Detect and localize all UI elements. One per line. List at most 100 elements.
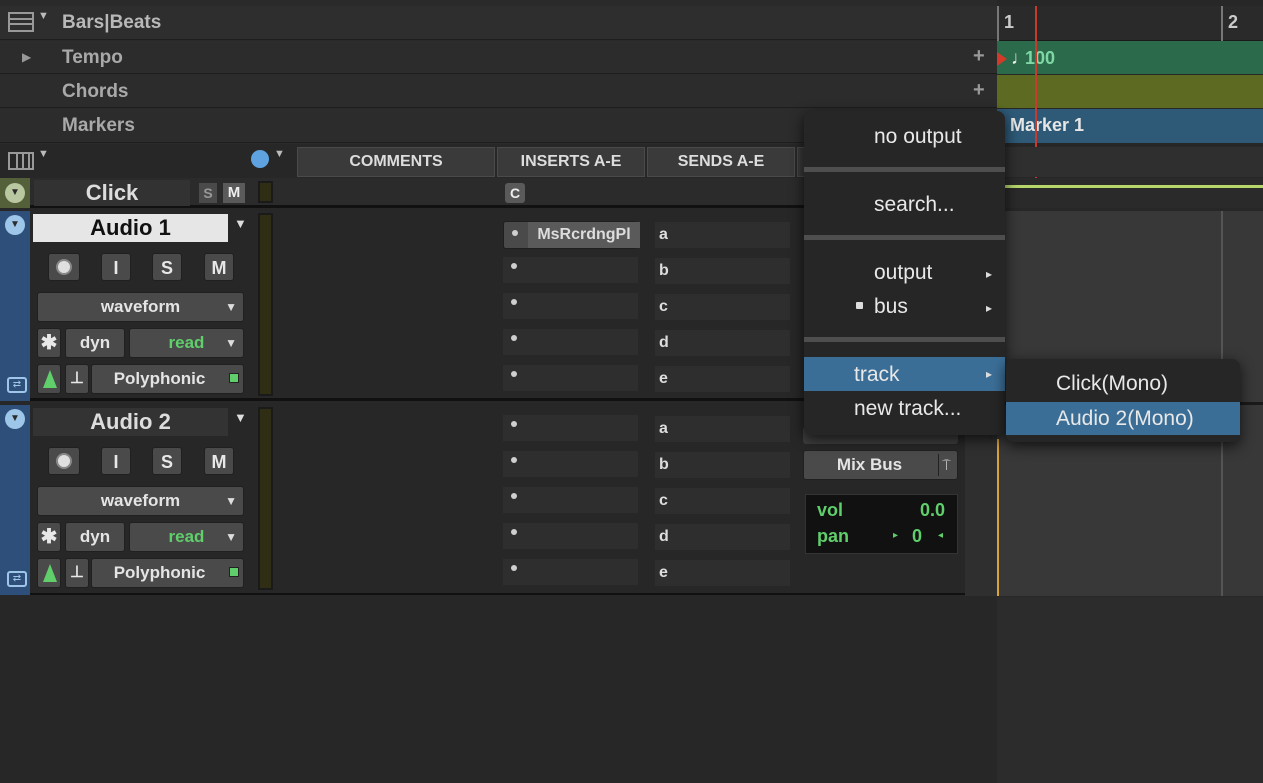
audio-1-collapse-icon[interactable]: ▼ [5, 215, 25, 235]
audio-1-input-button[interactable]: I [101, 253, 131, 281]
audio-1-send-a[interactable]: a [655, 222, 790, 248]
audio-1-insert-c[interactable] [503, 293, 638, 319]
audio-1-insert-e[interactable] [503, 365, 638, 391]
menu-separator [804, 235, 1005, 240]
audio-1-send-b[interactable]: b [655, 258, 790, 284]
submenu-item-audio-2-mono-label: Audio 2(Mono) [1056, 407, 1194, 430]
audio-2-send-b[interactable]: b [655, 452, 790, 478]
audio-2-output-pin-icon[interactable]: ⍑ [938, 454, 954, 476]
submenu-arrow-icon: ▸ [986, 267, 993, 281]
audio-2-tuning-button[interactable]: ⊥ [65, 558, 89, 588]
audio-2-playlist-icon[interactable]: ⇄ [7, 571, 27, 587]
comments-column-header[interactable]: COMMENTS [297, 147, 495, 177]
click-solo-button[interactable]: S [199, 183, 217, 203]
audio-2-name[interactable]: Audio 2 [33, 408, 228, 436]
tempo-expand-icon[interactable]: ▶ [22, 50, 31, 64]
audio-2-insert-a[interactable] [503, 415, 638, 441]
audio-2-color-strip [0, 405, 30, 595]
audio-1-automation-selector[interactable]: read ▼ [129, 328, 244, 358]
menu-item-new-track[interactable]: new track... [854, 397, 961, 421]
audio-2-pan-value[interactable]: 0 [912, 526, 922, 547]
audio-2-send-d[interactable]: d [655, 524, 790, 550]
audio-2-send-c[interactable]: c [655, 488, 790, 514]
submenu-arrow-icon: ▸ [986, 301, 993, 315]
audio-2-insert-e[interactable] [503, 559, 638, 585]
track-submenu: Click(Mono) Audio 2(Mono) [1006, 359, 1240, 442]
audio-2-insert-d[interactable] [503, 523, 638, 549]
audio-2-dyn-button[interactable]: dyn [65, 522, 125, 552]
chevron-down-icon: ▼ [225, 336, 237, 350]
audio-1-elastic-indicator [229, 373, 239, 383]
audio-1-send-c[interactable]: c [655, 294, 790, 320]
submenu-arrow-icon: ▸ [986, 367, 993, 381]
edit-columns-dropdown-icon[interactable]: ▼ [38, 148, 49, 160]
audio-2-input-button[interactable]: I [101, 447, 131, 475]
audio-1-mute-button[interactable]: M [204, 253, 234, 281]
track-color-icon[interactable] [251, 150, 269, 168]
audio-1-elastic-selector[interactable]: Polyphonic [91, 364, 244, 394]
audio-2-solo-button[interactable]: S [152, 447, 182, 475]
audio-1-timebase-button[interactable] [37, 364, 61, 394]
marker-1-label[interactable]: Marker 1 [1010, 115, 1084, 136]
audio-2-send-a[interactable]: a [655, 416, 790, 442]
audio-1-snowflake-button[interactable]: ✱ [37, 328, 61, 358]
audio-2-output-selector[interactable]: Mix Bus [803, 450, 958, 480]
audio-2-collapse-icon[interactable]: ▼ [5, 409, 25, 429]
menu-item-no-output[interactable]: no output [874, 125, 962, 149]
click-mute-button[interactable]: M [223, 183, 245, 203]
audio-1-send-e[interactable]: e [655, 366, 790, 392]
audio-1-view-selector[interactable]: waveform ▼ [37, 292, 244, 322]
menu-item-search[interactable]: search... [874, 193, 955, 217]
bar-1-label: 1 [1004, 12, 1015, 32]
audio-2-record-button[interactable] [48, 447, 80, 475]
audio-1-dyn-button[interactable]: dyn [65, 328, 125, 358]
click-level-meter [258, 181, 273, 203]
menu-separator [804, 167, 1005, 172]
menu-item-bus[interactable]: bus [874, 295, 908, 319]
chords-add-icon[interactable]: + [973, 79, 985, 102]
inserts-column-header[interactable]: INSERTS A-E [497, 147, 645, 177]
submenu-item-audio-2-mono[interactable]: Audio 2(Mono) [1006, 402, 1240, 435]
audio-1-name-dropdown-icon[interactable]: ▼ [234, 216, 247, 231]
record-icon [56, 259, 72, 275]
track-color-dropdown-icon[interactable]: ▼ [274, 148, 285, 160]
ruler-tempo-label: Tempo [62, 47, 123, 68]
audio-1-insert-a[interactable]: MsRcrdngPl [503, 221, 640, 249]
tempo-marker-icon[interactable] [997, 52, 1007, 66]
ruler-bars-beats-label: Bars|Beats [62, 12, 162, 33]
audio-1-solo-button[interactable]: S [152, 253, 182, 281]
audio-2-insert-b[interactable] [503, 451, 638, 477]
audio-1-send-d[interactable]: d [655, 330, 790, 356]
audio-2-send-e[interactable]: e [655, 560, 790, 586]
audio-1-color-strip [0, 211, 30, 401]
submenu-item-click-mono[interactable]: Click(Mono) [1056, 372, 1168, 396]
audio-1-insert-b[interactable] [503, 257, 638, 283]
audio-2-mute-button[interactable]: M [204, 447, 234, 475]
menu-item-output[interactable]: output [874, 261, 932, 285]
click-track-collapse-icon[interactable]: ▼ [5, 183, 25, 203]
ruler-view-dropdown-icon[interactable]: ▼ [38, 10, 49, 22]
tempo-add-icon[interactable]: + [973, 45, 985, 68]
audio-2-automation-selector[interactable]: read ▼ [129, 522, 244, 552]
audio-2-vol-value[interactable]: 0.0 [905, 500, 945, 521]
audio-1-tuning-button[interactable]: ⊥ [65, 364, 89, 394]
audio-1-record-button[interactable] [48, 253, 80, 281]
click-track-name[interactable]: Click [34, 180, 190, 206]
audio-2-name-dropdown-icon[interactable]: ▼ [234, 410, 247, 425]
click-insert-badge[interactable]: C [505, 183, 525, 203]
menu-item-track[interactable]: track ▸ [804, 357, 1005, 391]
audio-2-view-label: waveform [100, 491, 181, 510]
sends-column-header[interactable]: SENDS A-E [647, 147, 795, 177]
audio-2-elastic-selector[interactable]: Polyphonic [91, 558, 244, 588]
empty-edit-area [0, 597, 997, 783]
audio-2-timebase-button[interactable] [37, 558, 61, 588]
audio-2-view-selector[interactable]: waveform ▼ [37, 486, 244, 516]
edit-columns-icon[interactable] [8, 152, 34, 170]
audio-1-playlist-icon[interactable]: ⇄ [7, 377, 27, 393]
audio-2-insert-c[interactable] [503, 487, 638, 513]
audio-1-insert-d[interactable] [503, 329, 638, 355]
audio-2-snowflake-button[interactable]: ✱ [37, 522, 61, 552]
chevron-down-icon: ▼ [225, 530, 237, 544]
ruler-view-menu-icon[interactable] [8, 12, 34, 32]
audio-1-name[interactable]: Audio 1 [33, 214, 228, 242]
